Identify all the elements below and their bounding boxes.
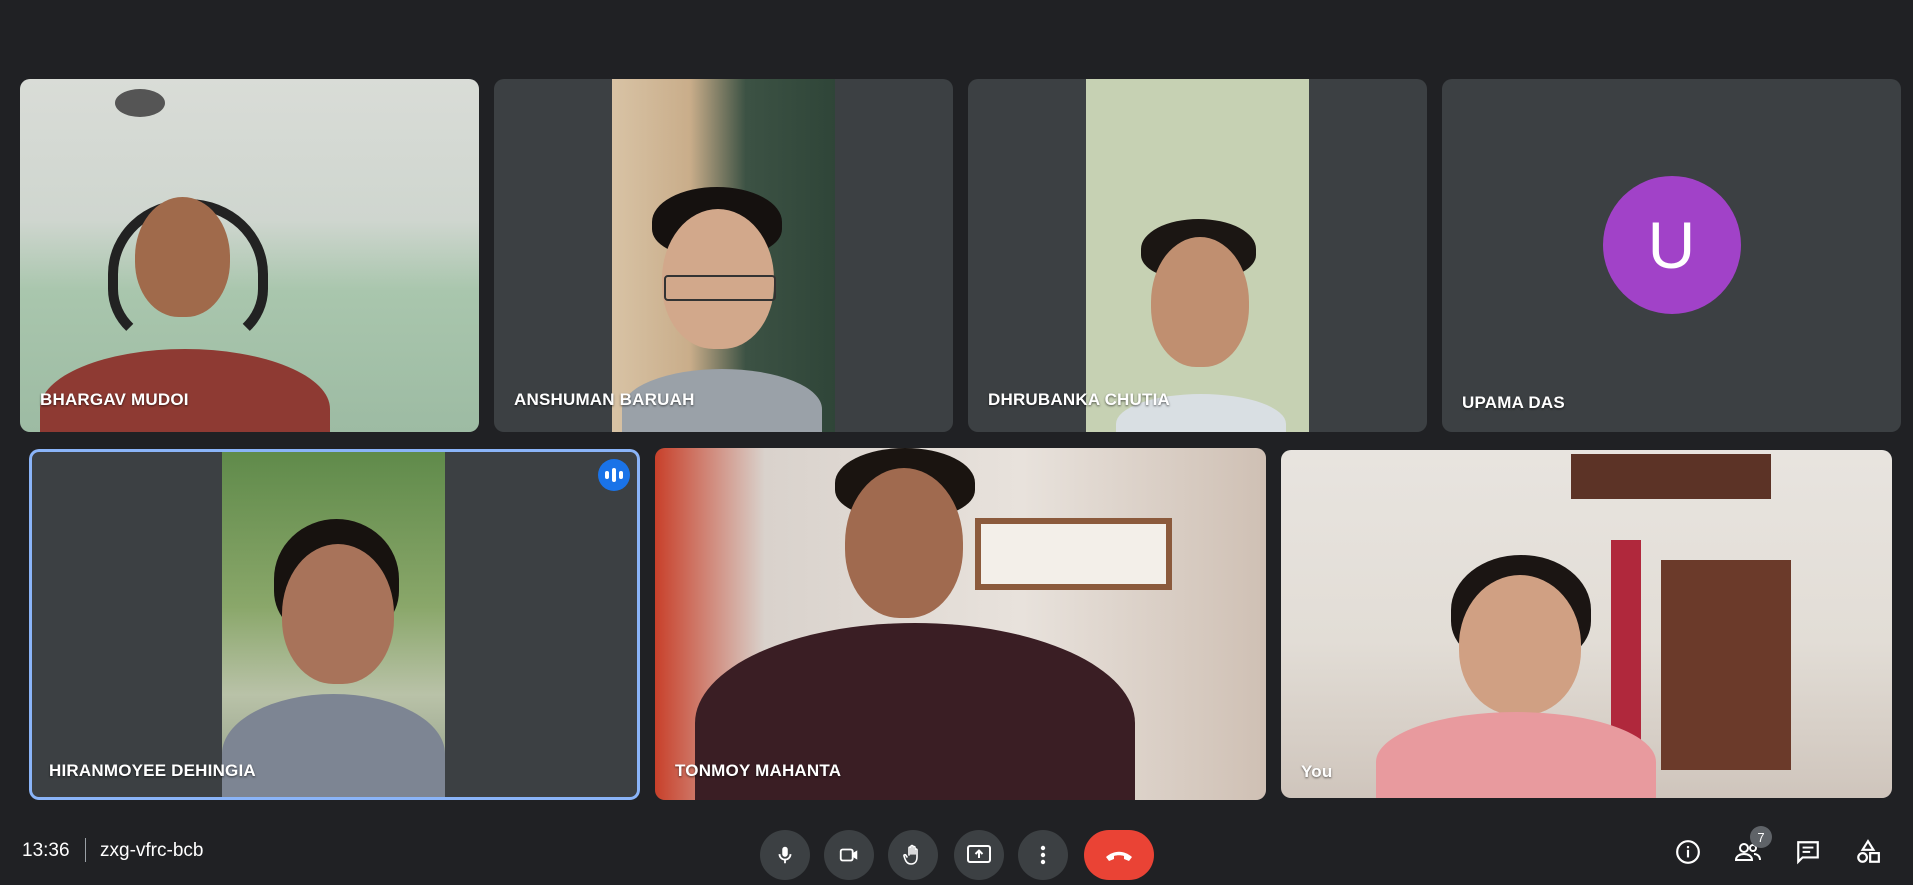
participant-tile-tonmoy-mahanta[interactable]: TONMOY MAHANTA — [655, 448, 1266, 800]
activities-button[interactable] — [1848, 832, 1888, 872]
end-call-button[interactable] — [1084, 830, 1154, 880]
glasses — [664, 275, 776, 301]
ceiling-fan — [115, 89, 165, 117]
participant-tile-bhargav-mudoi[interactable]: BHARGAV MUDOI — [20, 79, 479, 432]
microphone-button[interactable] — [760, 830, 810, 880]
participant-face — [845, 468, 963, 618]
participant-name: You — [1301, 762, 1333, 781]
participant-video — [20, 79, 479, 432]
meeting-details-button[interactable] — [1668, 832, 1708, 872]
camera-button[interactable] — [824, 830, 874, 880]
window — [1571, 454, 1771, 499]
microphone-icon — [778, 846, 792, 864]
chat-icon — [1797, 841, 1819, 865]
meeting-time: 13:36 — [22, 840, 70, 861]
raise-hand-icon — [903, 844, 918, 865]
more-options-icon — [1040, 845, 1046, 865]
participant-name: ANSHUMAN BARUAH — [514, 390, 695, 409]
participant-tile-upama-das[interactable]: U UPAMA DAS — [1442, 79, 1901, 432]
participant-video — [222, 449, 445, 800]
speaking-indicator-icon — [598, 459, 630, 491]
activities-icon — [1857, 839, 1880, 863]
participant-video — [612, 79, 835, 432]
present-screen-button[interactable] — [954, 830, 1004, 880]
participant-name: HIRANMOYEE DEHINGIA — [49, 761, 256, 780]
participant-face — [282, 544, 394, 684]
window — [975, 518, 1172, 590]
participant-tile-dhrubanka-chutia[interactable]: DHRUBANKA CHUTIA — [968, 79, 1427, 432]
participant-name: TONMOY MAHANTA — [675, 761, 842, 780]
chat-button[interactable] — [1788, 832, 1828, 872]
participant-count-badge: 7 — [1750, 826, 1772, 848]
participant-tile-hiranmoyee-dehingia[interactable]: HIRANMOYEE DEHINGIA — [29, 449, 640, 800]
participant-face — [135, 197, 230, 317]
door — [1661, 560, 1791, 770]
avatar: U — [1602, 175, 1741, 314]
camera-icon — [839, 848, 858, 862]
end-call-icon — [1106, 851, 1132, 861]
meeting-code: zxg-vfrc-bcb — [100, 840, 204, 861]
participant-face — [1151, 237, 1249, 367]
participant-video — [1086, 79, 1309, 432]
participant-shirt — [222, 694, 445, 800]
raise-hand-button[interactable] — [888, 830, 938, 880]
present-screen-icon — [967, 845, 991, 863]
participant-video — [1281, 450, 1892, 798]
divider — [85, 838, 86, 862]
participant-name: DHRUBANKA CHUTIA — [988, 390, 1170, 409]
participant-face — [1459, 575, 1581, 715]
participant-tile-anshuman-baruah[interactable]: ANSHUMAN BARUAH — [494, 79, 953, 432]
info-icon — [1676, 840, 1700, 864]
participant-tile-you[interactable]: You — [1281, 450, 1892, 798]
more-options-button[interactable] — [1018, 830, 1068, 880]
participant-name: UPAMA DAS — [1462, 393, 1565, 412]
participant-name: BHARGAV MUDOI — [40, 390, 189, 409]
participant-video — [655, 448, 1266, 800]
meeting-controls-bar: 13:36 zxg-vfrc-bcb 7 — [0, 810, 1913, 885]
